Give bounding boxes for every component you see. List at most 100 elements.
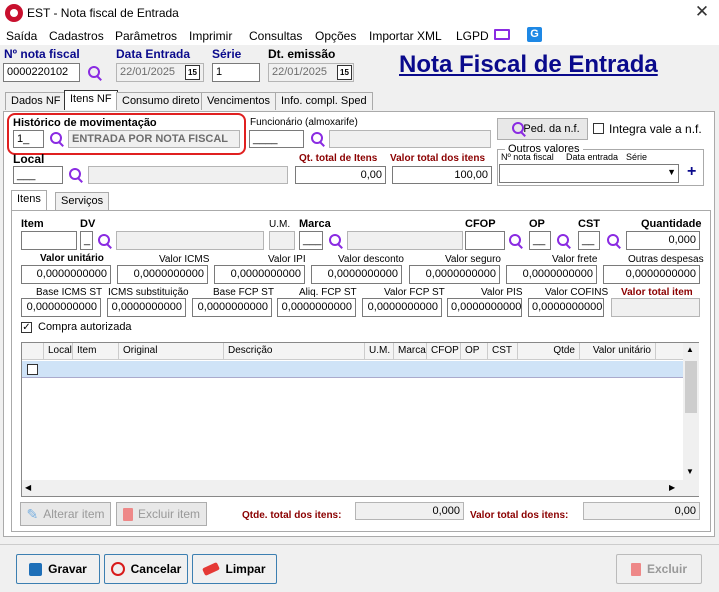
menu-lgpd[interactable]: LGPD [456,29,489,43]
scroll-right-icon[interactable]: ▶ [669,483,675,492]
tab-itens-nf[interactable]: Itens NF [64,90,118,110]
serie-input[interactable]: 1 [212,63,260,82]
marca-search-icon[interactable] [328,233,344,249]
grid-vertical-scrollbar[interactable]: ▲ ▼ [683,343,699,480]
local-input[interactable]: ___ [13,166,63,184]
scroll-down-icon[interactable]: ▼ [686,467,694,476]
menu-importar-xml[interactable]: Importar XML [369,29,442,43]
op-input[interactable]: __ [529,231,551,250]
row-select-checkbox[interactable] [27,364,38,375]
grid-col-um[interactable]: U.M. [365,343,394,360]
cancelar-button[interactable]: Cancelar [104,554,188,584]
limpar-button[interactable]: Limpar [192,554,277,584]
valor-icms-input[interactable]: 0,0000000000 [117,265,208,284]
sub-tabs: Itens Serviços [11,190,711,212]
grid-col-valor-unitario[interactable]: Valor unitário [580,343,656,360]
item-input[interactable] [21,231,77,250]
footer-divider [0,544,719,545]
grid-col-cfop[interactable]: CFOP [427,343,461,360]
valor-desconto-input[interactable]: 0,0000000000 [311,265,402,284]
compra-autorizada-checkbox[interactable]: ✓ [21,322,32,333]
item-search-icon[interactable] [97,233,113,249]
gravar-button[interactable]: Gravar [16,554,100,584]
scroll-left-icon[interactable]: ◀ [25,483,31,492]
valor-total-item-label: Valor total item [621,287,693,298]
base-fcp-st-input[interactable]: 0,0000000000 [192,298,272,317]
base-icms-st-input[interactable]: 0,0000000000 [21,298,101,317]
nota-search-icon[interactable] [87,65,103,81]
integra-checkbox[interactable] [593,123,604,134]
valor-cofins-input[interactable]: 0,0000000000 [528,298,604,317]
funcionario-search-icon[interactable] [310,131,326,147]
menu-cadastros[interactable]: Cadastros [49,29,104,43]
alterar-item-button[interactable]: ✎ Alterar item [20,502,111,526]
valor-ipi-input[interactable]: 0,0000000000 [214,265,305,284]
grid-col-local[interactable]: Local [44,343,73,360]
subtab-itens[interactable]: Itens [11,190,47,211]
monitor-icon[interactable] [494,29,510,40]
integra-label: Integra vale a n.f. [609,122,702,136]
outras-despesas-input[interactable]: 0,0000000000 [603,265,700,284]
excluir-item-button[interactable]: Excluir item [116,502,207,526]
local-search-icon[interactable] [68,167,84,183]
valor-seguro-input[interactable]: 0,0000000000 [409,265,500,284]
valor-total-label: Valor total dos itens [390,153,486,164]
data-entrada-label: Data Entrada [116,47,191,61]
aliq-fcp-st-input[interactable]: 0,0000000000 [277,298,356,317]
nota-input[interactable]: 0000220102 [3,63,80,82]
valor-frete-input[interactable]: 0,0000000000 [506,265,597,284]
add-icon[interactable]: + [687,163,696,181]
grid-horizontal-scrollbar[interactable]: ◀ ▶ [22,480,699,496]
um-label: U.M. [269,219,291,230]
ped-nf-button[interactable]: Ped. da n.f. [497,118,588,140]
tab-dados-nf[interactable]: Dados NF [5,92,67,110]
subtab-servicos[interactable]: Serviços [55,192,110,210]
tab-info-compl-sped[interactable]: Info. compl. Sped [275,92,373,110]
grid-col-qtde[interactable]: Qtde [518,343,580,360]
valor-fcp-st-input[interactable]: 0,0000000000 [362,298,442,317]
valor-total-itens-label: Valor total dos itens: [470,510,569,521]
close-button[interactable]: ✕ [688,1,716,23]
menu-imprimir[interactable]: Imprimir [189,29,232,43]
cst-search-icon[interactable] [606,233,622,249]
scroll-thumb[interactable] [685,361,697,413]
marca-input[interactable]: ___ [299,231,323,250]
grid-col-cst[interactable]: CST [488,343,518,360]
serie-label: Série [212,47,242,61]
quantidade-input[interactable]: 0,000 [626,231,700,250]
tab-vencimentos[interactable]: Vencimentos [201,92,276,110]
op-search-icon[interactable] [556,233,572,249]
tab-consumo-direto[interactable]: Consumo direto [116,92,206,110]
grid-col-marca[interactable]: Marca [394,343,427,360]
menu-saida[interactable]: Saída [6,29,37,43]
op-label: OP [529,218,545,230]
menu-parametros[interactable]: Parâmetros [115,29,177,43]
valor-unitario-input[interactable]: 0,0000000000 [21,265,111,284]
dv-input[interactable]: _ [80,231,93,250]
menu-opcoes[interactable]: Opções [315,29,356,43]
cfop-search-icon[interactable] [508,233,524,249]
outros-valores-select[interactable]: ▼ [499,164,679,183]
historico-code-input[interactable]: 1_ [13,130,44,148]
data-entrada-calendar-icon[interactable]: 15 [185,65,200,80]
cfop-input[interactable] [465,231,505,250]
funcionario-input[interactable]: ____ [249,130,304,148]
menu-consultas[interactable]: Consultas [249,29,302,43]
title-bar: EST - Nota fiscal de Entrada ✕ [0,0,719,26]
cst-input[interactable]: __ [578,231,600,250]
valor-pis-input[interactable]: 0,0000000000 [447,298,522,317]
qtde-total-itens-label: Qtde. total dos itens: [242,510,342,521]
grid-col-original[interactable]: Original [119,343,224,360]
icms-substituicao-label: ICMS substituição [108,287,189,298]
grid-col-op[interactable]: OP [461,343,488,360]
emissao-calendar-icon[interactable]: 15 [337,65,352,80]
grid-col-descricao[interactable]: Descrição [224,343,365,360]
excluir-button[interactable]: Excluir [616,554,702,584]
icms-substituicao-input[interactable]: 0,0000000000 [107,298,186,317]
grid-col-item[interactable]: Item [73,343,119,360]
brand-icon[interactable]: G [527,27,542,42]
table-row[interactable] [22,361,683,378]
marca-label: Marca [299,218,331,230]
scroll-up-icon[interactable]: ▲ [686,345,694,354]
historico-search-icon[interactable] [49,131,65,147]
